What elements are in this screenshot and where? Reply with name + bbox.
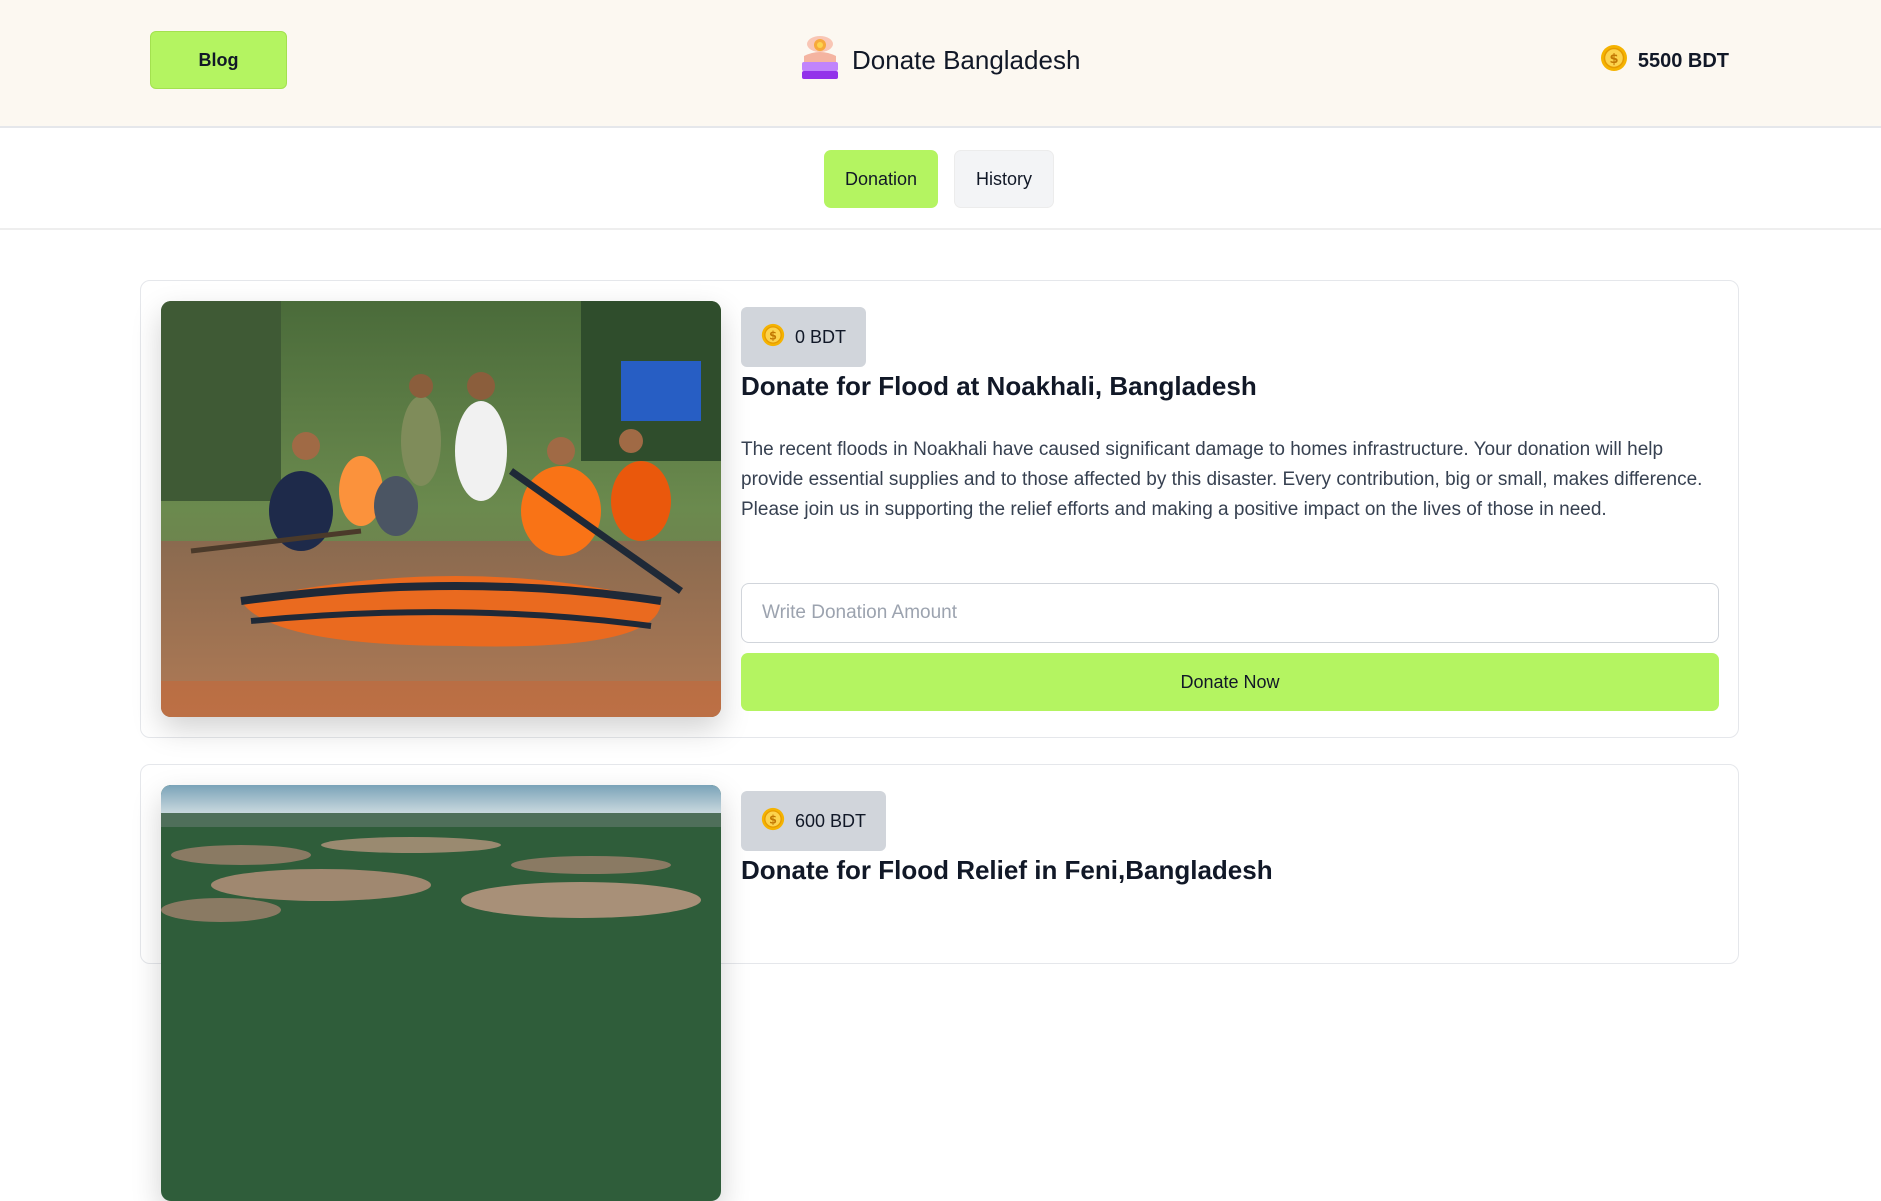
svg-text:$: $ [769, 329, 777, 342]
card-title: Donate for Flood Relief in Feni,Banglade… [741, 855, 1273, 885]
balance-display: $ 5500 BDT [1600, 44, 1729, 78]
top-header: Blog Donate Bangladesh $ 5500 BDT [0, 0, 1881, 128]
donation-card: $ 0 BDT Donate for Flood at Noakhali, Ba… [140, 280, 1739, 738]
donated-amount: 0 BDT [795, 326, 847, 347]
blog-button[interactable]: Blog [150, 31, 287, 89]
coin-icon: $ [761, 807, 785, 836]
svg-text:$: $ [1609, 52, 1618, 67]
donate-now-button[interactable]: Donate Now [741, 653, 1719, 711]
donation-card: $ 600 BDT Donate for Flood Relief in Fen… [140, 764, 1739, 1201]
coin-icon: $ [761, 323, 785, 352]
tab-donation[interactable]: Donation [824, 150, 938, 208]
coin-icon: $ [1600, 44, 1628, 78]
brand: Donate Bangladesh [798, 34, 1081, 87]
donation-amount-input[interactable] [741, 583, 1719, 643]
donation-hand-icon [798, 34, 842, 87]
brand-title: Donate Bangladesh [852, 44, 1081, 75]
flood-rescue-photo [161, 301, 721, 717]
donated-amount-badge: $ 0 BDT [741, 307, 867, 367]
tab-history[interactable]: History [954, 150, 1054, 208]
svg-text:$: $ [769, 813, 777, 826]
tab-bar: Donation History [0, 130, 1881, 230]
card-title: Donate for Flood at Noakhali, Bangladesh [741, 371, 1257, 401]
donated-amount: 600 BDT [795, 810, 867, 831]
balance-amount: 5500 BDT [1637, 49, 1729, 72]
flood-aerial-photo [161, 785, 721, 1201]
donated-amount-badge: $ 600 BDT [741, 791, 887, 851]
card-description: The recent floods in Noakhali have cause… [741, 439, 1703, 520]
